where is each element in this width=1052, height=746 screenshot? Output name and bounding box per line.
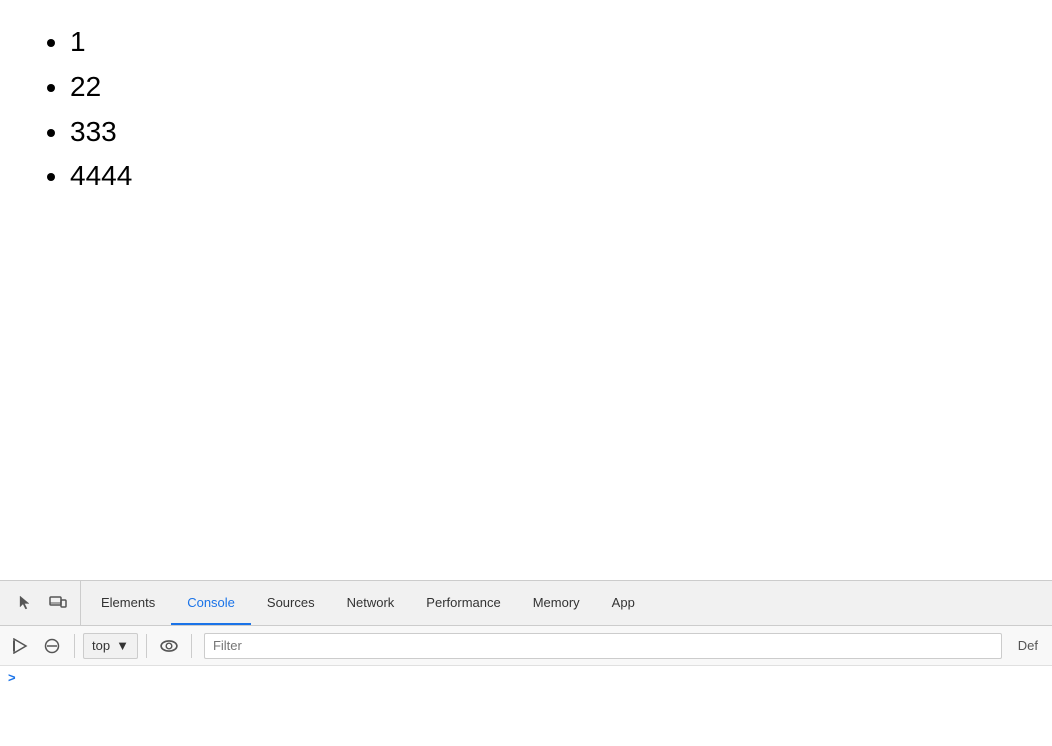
eye-icon [160, 637, 178, 655]
device-toggle-button[interactable] [44, 589, 72, 617]
console-prompt[interactable]: > [8, 670, 1044, 685]
no-entry-icon [44, 638, 60, 654]
prompt-arrow: > [8, 670, 16, 685]
tab-application[interactable]: App [596, 581, 651, 625]
run-script-button[interactable] [6, 632, 34, 660]
tab-performance[interactable]: Performance [410, 581, 516, 625]
devtools-panel: Elements Console Sources Network Perform… [0, 580, 1052, 746]
list-item: 22 [70, 65, 1012, 110]
tab-console[interactable]: Console [171, 581, 251, 625]
chevron-down-icon: ▼ [116, 638, 129, 653]
context-value: top [92, 638, 110, 653]
tab-network[interactable]: Network [331, 581, 411, 625]
play-icon [12, 638, 28, 654]
devtools-tab-bar: Elements Console Sources Network Perform… [0, 581, 1052, 626]
devtools-console-area[interactable]: > [0, 666, 1052, 746]
tab-sources[interactable]: Sources [251, 581, 331, 625]
list-item: 1 [70, 20, 1012, 65]
tab-elements[interactable]: Elements [85, 581, 171, 625]
list-item: 333 [70, 110, 1012, 155]
inspect-element-button[interactable] [12, 589, 40, 617]
filter-input[interactable] [213, 638, 993, 653]
tabs-list: Elements Console Sources Network Perform… [81, 581, 651, 625]
clear-console-button[interactable] [38, 632, 66, 660]
devtools-left-icons [4, 581, 81, 625]
context-selector[interactable]: top ▼ [83, 633, 138, 659]
toolbar-divider-2 [146, 634, 147, 658]
content-list: 1 22 333 4444 [40, 20, 1012, 199]
list-item: 4444 [70, 154, 1012, 199]
toolbar-divider [74, 634, 75, 658]
filter-input-container [204, 633, 1002, 659]
browser-content: 1 22 333 4444 [0, 0, 1052, 580]
devtools-toolbar: top ▼ Def [0, 626, 1052, 666]
device-icon [49, 594, 67, 612]
toolbar-divider-3 [191, 634, 192, 658]
default-levels-button[interactable]: Def [1010, 638, 1046, 653]
live-expressions-button[interactable] [155, 632, 183, 660]
tab-memory[interactable]: Memory [517, 581, 596, 625]
cursor-icon [17, 594, 35, 612]
